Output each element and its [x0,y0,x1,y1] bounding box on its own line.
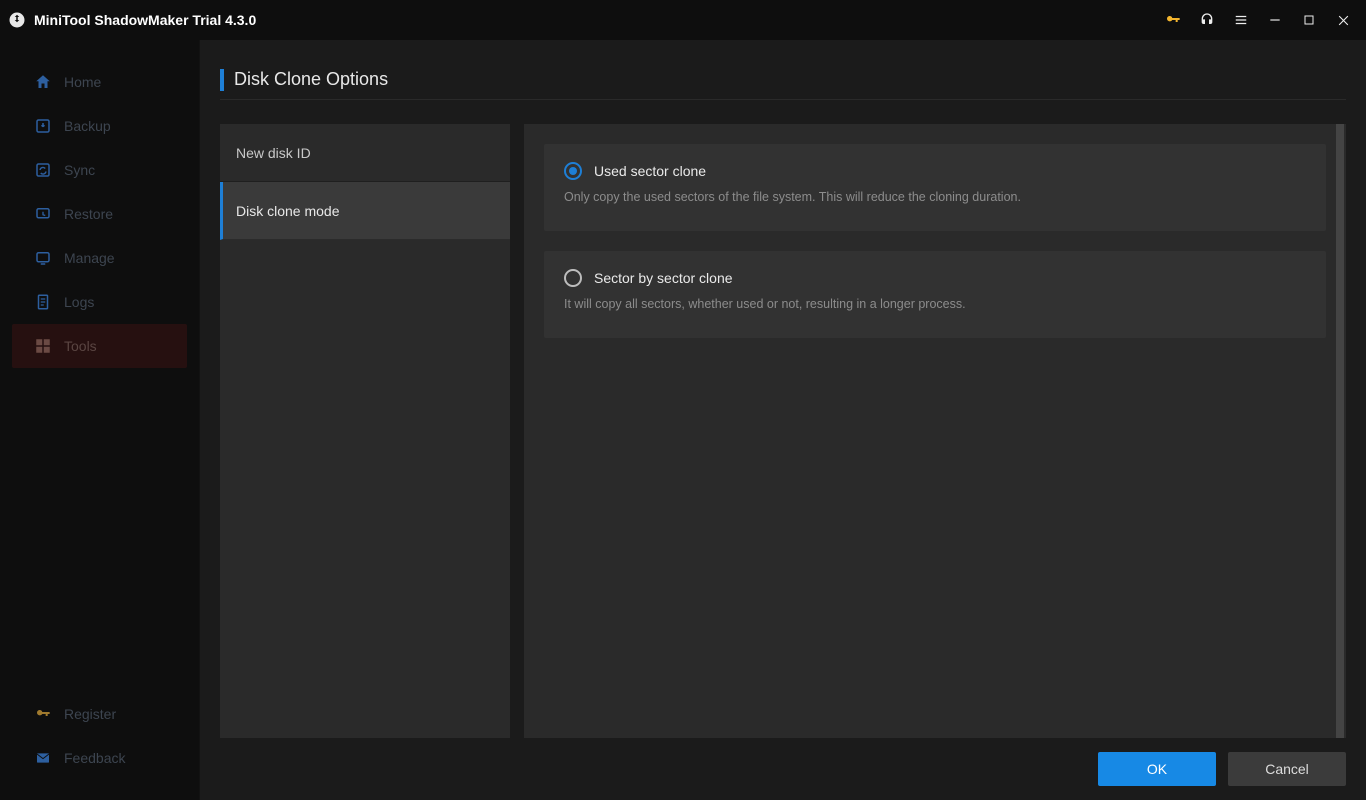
options-item-disk-clone-mode[interactable]: Disk clone mode [220,182,510,240]
app-logo-icon [8,11,26,29]
titlebar: MiniTool ShadowMaker Trial 4.3.0 [0,0,1366,40]
sidebar-item-label: Backup [64,118,111,134]
heading-accent-bar [220,69,224,91]
options-item-new-disk-id[interactable]: New disk ID [220,124,510,182]
support-headset-icon[interactable] [1192,5,1222,35]
titlebar-right [1158,5,1358,35]
footer: OK Cancel [220,738,1346,786]
radio-row: Sector by sector clone [564,269,1306,287]
sidebar-item-label: Tools [64,338,97,354]
backup-icon [34,117,52,135]
radio-description: It will copy all sectors, whether used o… [564,295,1306,314]
sidebar-item-label: Logs [64,294,94,310]
options-sidebar: New disk ID Disk clone mode [220,124,510,738]
radio-card-used-sector[interactable]: Used sector clone Only copy the used sec… [544,144,1326,231]
options-item-label: New disk ID [236,145,311,161]
main: Disk Clone Options New disk ID Disk clon… [200,40,1366,800]
sidebar-item-home[interactable]: Home [0,60,199,104]
content-row: New disk ID Disk clone mode Used sector … [220,124,1346,738]
page-heading: Disk Clone Options [220,60,1346,100]
sync-icon [34,161,52,179]
sidebar-item-sync[interactable]: Sync [0,148,199,192]
sidebar-item-backup[interactable]: Backup [0,104,199,148]
sidebar-item-register[interactable]: Register [0,692,199,736]
radio-title: Used sector clone [594,163,706,179]
body: Home Backup Sync Restore [0,40,1366,800]
sidebar-main-group: Home Backup Sync Restore [0,60,199,692]
manage-icon [34,249,52,267]
license-key-icon[interactable] [1158,5,1188,35]
mail-icon [34,749,52,767]
key-icon [34,705,52,723]
sidebar-item-tools[interactable]: Tools [12,324,187,368]
sidebar-item-label: Sync [64,162,95,178]
button-label: Cancel [1265,761,1309,777]
sidebar-bottom-group: Register Feedback [0,692,199,780]
radio-button-icon[interactable] [564,162,582,180]
sidebar-item-logs[interactable]: Logs [0,280,199,324]
page-title: Disk Clone Options [234,69,388,90]
sidebar-item-manage[interactable]: Manage [0,236,199,280]
radio-title: Sector by sector clone [594,270,733,286]
sidebar-item-label: Feedback [64,750,125,766]
sidebar: Home Backup Sync Restore [0,40,200,800]
ok-button[interactable]: OK [1098,752,1216,786]
sidebar-item-feedback[interactable]: Feedback [0,736,199,780]
maximize-icon[interactable] [1294,5,1324,35]
radio-button-icon[interactable] [564,269,582,287]
radio-row: Used sector clone [564,162,1306,180]
options-pane: Used sector clone Only copy the used sec… [524,124,1346,738]
titlebar-left: MiniTool ShadowMaker Trial 4.3.0 [8,11,256,29]
sidebar-item-label: Restore [64,206,113,222]
minimize-icon[interactable] [1260,5,1290,35]
sidebar-item-restore[interactable]: Restore [0,192,199,236]
scrollbar[interactable] [1336,124,1344,738]
cancel-button[interactable]: Cancel [1228,752,1346,786]
menu-icon[interactable] [1226,5,1256,35]
home-icon [34,73,52,91]
button-label: OK [1147,761,1167,777]
sidebar-item-label: Register [64,706,116,722]
sidebar-item-label: Home [64,74,101,90]
radio-description: Only copy the used sectors of the file s… [564,188,1306,207]
radio-card-sector-by-sector[interactable]: Sector by sector clone It will copy all … [544,251,1326,338]
options-item-label: Disk clone mode [236,203,340,219]
app-title: MiniTool ShadowMaker Trial 4.3.0 [34,12,256,28]
sidebar-item-label: Manage [64,250,115,266]
restore-icon [34,205,52,223]
close-icon[interactable] [1328,5,1358,35]
tools-icon [34,337,52,355]
logs-icon [34,293,52,311]
